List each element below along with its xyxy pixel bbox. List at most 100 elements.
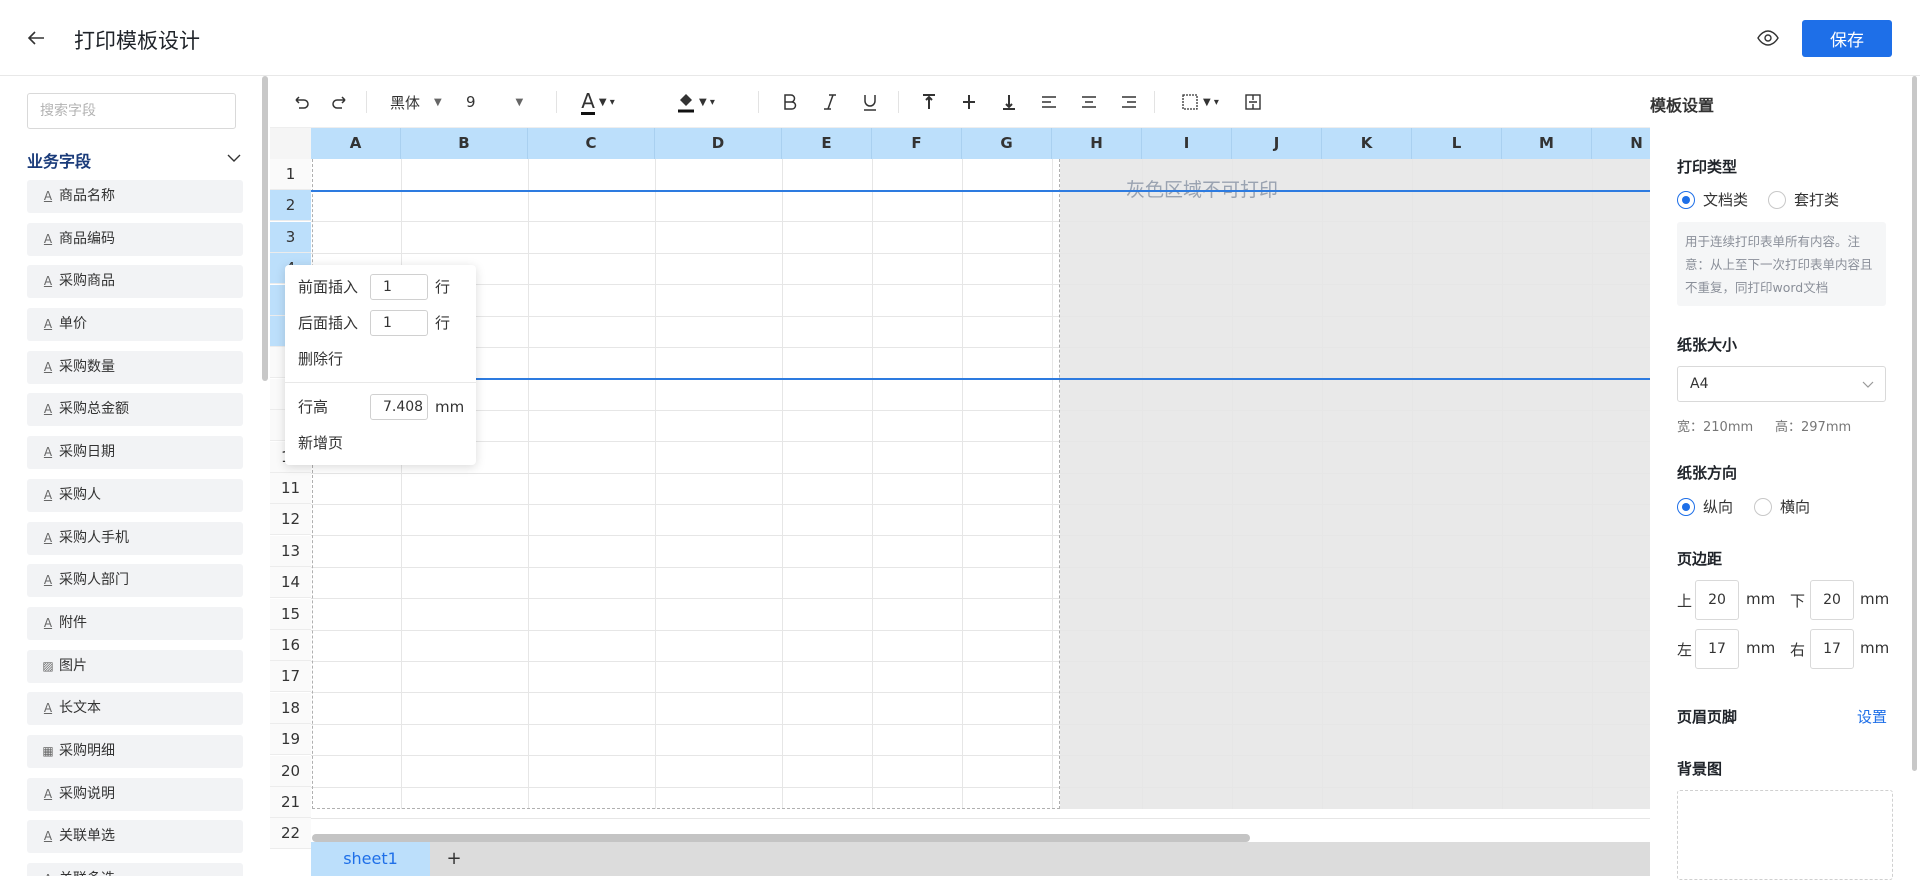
margin-left-input[interactable] [1695, 629, 1739, 669]
align-right-icon[interactable] [1115, 88, 1143, 116]
row-header[interactable]: 1 [270, 159, 311, 190]
horizontal-scrollbar[interactable] [312, 834, 1250, 842]
row-header[interactable]: 14 [270, 567, 311, 599]
left-scrollbar[interactable] [262, 76, 268, 381]
field-item[interactable]: A 采购商品 [27, 265, 243, 299]
row-header[interactable]: 19 [270, 724, 311, 756]
row-header[interactable]: 3 [270, 221, 311, 253]
field-item[interactable]: A 长文本 [27, 692, 243, 726]
column-header[interactable]: K [1322, 128, 1412, 159]
fill-color-picker[interactable]: ▼ ▾ [670, 88, 722, 116]
field-item[interactable]: A 采购人部门 [27, 564, 243, 598]
column-header[interactable]: J [1232, 128, 1322, 159]
font-color-picker[interactable]: A ▼ ▾ [573, 88, 623, 116]
margin-right-input[interactable] [1810, 629, 1854, 669]
column-header[interactable]: G [962, 128, 1052, 159]
redo-icon[interactable] [327, 88, 353, 116]
row-header[interactable]: 18 [270, 692, 311, 724]
new-page-item[interactable]: 新增页 [298, 429, 343, 457]
row-header[interactable]: 17 [270, 661, 311, 693]
margin-bottom-input[interactable] [1810, 580, 1854, 620]
column-header[interactable]: B [401, 128, 528, 159]
row-header[interactable]: 15 [270, 598, 311, 630]
field-item[interactable]: A 采购数量 [27, 350, 243, 384]
delete-row-item[interactable]: 删除行 [298, 345, 343, 373]
field-label: 图片 [59, 657, 87, 674]
field-item[interactable]: A 商品名称 [27, 180, 243, 213]
insert-after-input[interactable] [370, 310, 428, 336]
undo-icon[interactable] [288, 88, 314, 116]
back-arrow-icon[interactable] [24, 26, 48, 50]
save-button[interactable]: 保存 [1802, 20, 1892, 57]
field-search-input[interactable] [27, 93, 236, 129]
field-item[interactable]: ▦ 采购明细 [27, 734, 243, 768]
column-header[interactable]: D [655, 128, 782, 159]
row-header[interactable]: 2 [270, 190, 311, 222]
font-family-select[interactable]: 黑体 ▼ [390, 88, 450, 116]
valign-top-icon[interactable] [915, 88, 943, 116]
field-item[interactable]: A 采购人手机 [27, 521, 243, 555]
field-item[interactable]: A 关联多选 [27, 863, 243, 876]
row-header[interactable]: 21 [270, 787, 311, 818]
column-header[interactable]: A [311, 128, 401, 159]
valign-bottom-icon[interactable] [995, 88, 1023, 116]
row-height-input[interactable] [370, 394, 428, 420]
font-size-select[interactable]: 9 ▼ [466, 88, 536, 116]
background-image-upload[interactable] [1677, 790, 1893, 880]
field-item[interactable]: A 采购人 [27, 478, 243, 512]
italic-icon[interactable] [816, 88, 844, 116]
selection-bottom-line [311, 378, 1650, 380]
sheet-tab[interactable]: sheet1 [311, 842, 430, 876]
row-header[interactable]: 16 [270, 630, 311, 661]
margin-right-label: 右 [1790, 641, 1806, 659]
column-header[interactable]: M [1502, 128, 1592, 159]
row-header[interactable]: 20 [270, 755, 311, 787]
mm-unit: mm [1860, 590, 1890, 608]
column-header[interactable]: I [1142, 128, 1232, 159]
margin-top-input[interactable] [1695, 580, 1739, 620]
right-scrollbar[interactable] [1912, 76, 1917, 771]
header-footer-settings-link[interactable]: 设置 [1857, 706, 1887, 727]
field-item[interactable]: ▨ 图片 [27, 649, 243, 683]
field-item[interactable]: A 单价 [27, 308, 243, 342]
orientation-radio-portrait[interactable] [1677, 498, 1695, 516]
insert-before-input[interactable] [370, 274, 428, 300]
orientation-radio-landscape[interactable] [1754, 498, 1772, 516]
print-type-radio-overlay[interactable] [1768, 191, 1786, 209]
row-header[interactable]: 12 [270, 504, 311, 536]
field-type-icon: A [41, 872, 55, 876]
merge-cells-icon[interactable] [1239, 88, 1267, 116]
align-center-icon[interactable] [1075, 88, 1103, 116]
font-size-value: 9 [466, 93, 476, 111]
row-header[interactable]: 11 [270, 473, 311, 504]
column-header[interactable]: H [1052, 128, 1142, 159]
field-item[interactable]: A 附件 [27, 606, 243, 640]
field-label: 采购商品 [59, 273, 115, 290]
preview-eye-icon[interactable] [1756, 26, 1780, 50]
field-label: 采购总金额 [59, 401, 129, 418]
row-header[interactable]: 13 [270, 535, 311, 567]
column-header[interactable]: N [1592, 128, 1650, 159]
column-header[interactable]: C [528, 128, 655, 159]
align-left-icon[interactable] [1035, 88, 1063, 116]
field-item[interactable]: A 关联单选 [27, 820, 243, 854]
print-type-radio-document[interactable] [1677, 191, 1695, 209]
bold-icon[interactable] [776, 88, 804, 116]
add-sheet-button[interactable]: + [442, 842, 466, 876]
column-header[interactable]: L [1412, 128, 1502, 159]
border-picker[interactable]: ▼ ▾ [1173, 88, 1227, 116]
spreadsheet-grid[interactable]: ABCDEFGHIJKLMN 1234567891011121314151617… [270, 128, 1650, 876]
field-label: 采购数量 [59, 358, 115, 375]
field-item[interactable]: A 采购说明 [27, 777, 243, 811]
underline-icon[interactable] [856, 88, 884, 116]
column-header[interactable]: E [782, 128, 872, 159]
column-header[interactable]: F [872, 128, 962, 159]
row-header[interactable]: 22 [270, 818, 311, 850]
field-item[interactable]: A 采购日期 [27, 436, 243, 470]
valign-middle-icon[interactable] [955, 88, 983, 116]
chevron-down-icon[interactable] [226, 150, 242, 166]
field-item[interactable]: A 商品编码 [27, 222, 243, 256]
field-item[interactable]: A 采购总金额 [27, 393, 243, 427]
field-label: 商品编码 [59, 230, 115, 247]
paper-size-select[interactable]: A4 [1677, 366, 1886, 402]
